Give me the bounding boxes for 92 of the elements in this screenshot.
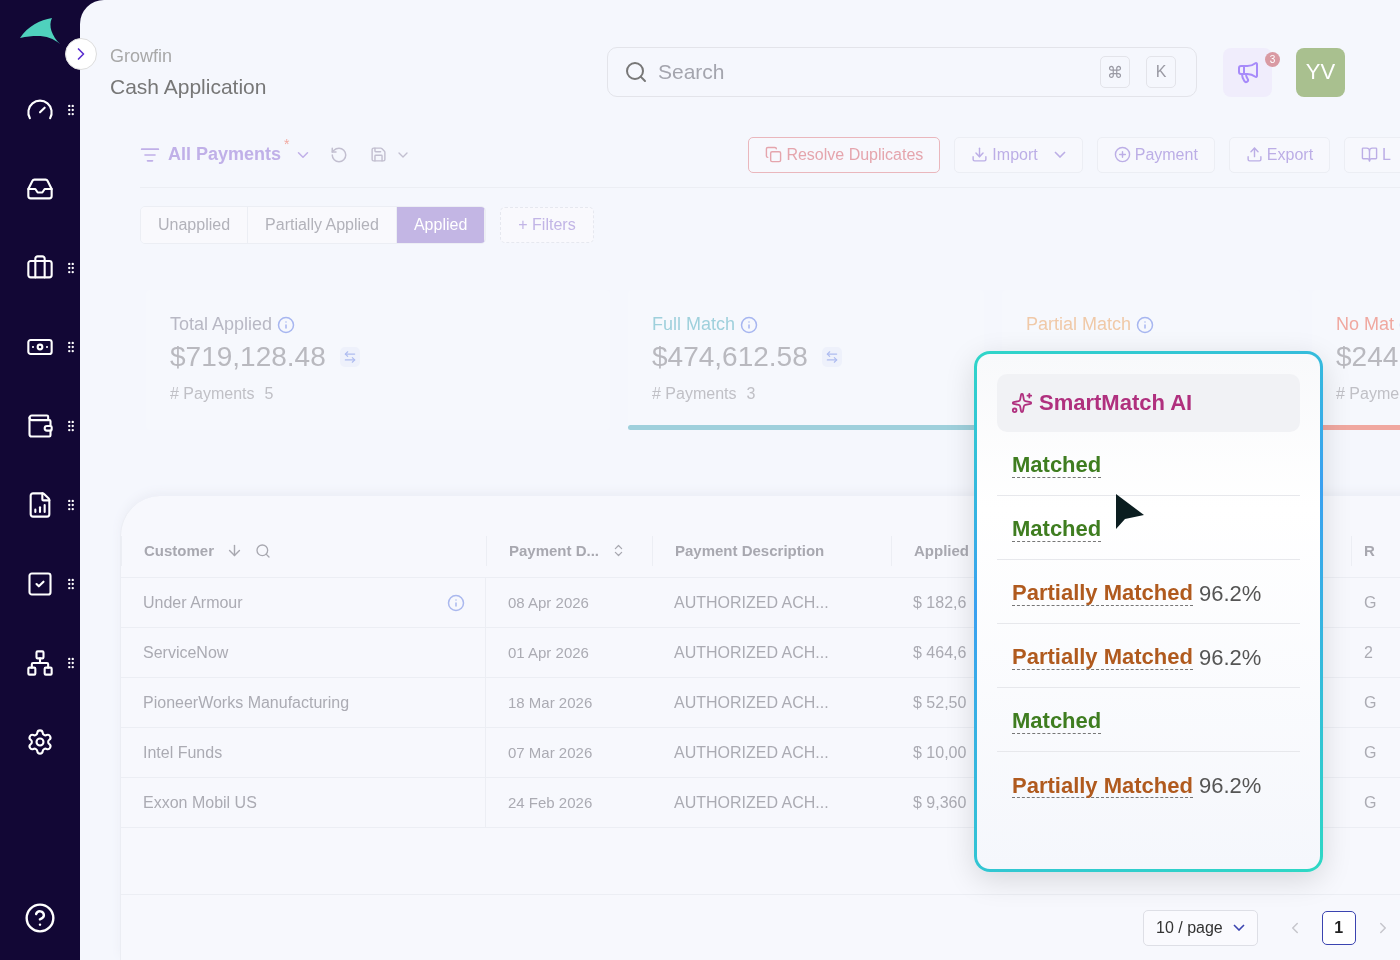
table-cell-text: G — [1363, 693, 1378, 712]
table-cell-text: 01 Apr 2026 — [507, 644, 590, 661]
column-header[interactable]: Customer — [144, 542, 214, 559]
table-cell-text: AUTHORIZED ACH... — [673, 693, 830, 712]
column-header[interactable]: R — [1364, 542, 1375, 559]
table-cell-text: AUTHORIZED ACH... — [673, 793, 830, 812]
toolbar-button[interactable]: L — [1344, 136, 1400, 173]
book-icon — [1361, 146, 1379, 163]
table-cell-text: G — [1363, 793, 1378, 812]
search-input[interactable]: Search — [656, 59, 1092, 85]
table-cell-text: Intel Funds — [142, 743, 223, 762]
wallet-icon[interactable] — [26, 411, 54, 440]
card-title: Partial Match — [1026, 314, 1132, 335]
table-cell-text: 07 Mar 2026 — [507, 744, 594, 761]
filters-button[interactable]: + Filters — [500, 207, 594, 243]
card-title: Total Applied — [170, 314, 273, 335]
checkbox-icon[interactable] — [26, 569, 54, 598]
count-value: 5 — [264, 385, 274, 403]
view-selector[interactable]: All Payments — [160, 144, 282, 165]
settings-icon[interactable] — [26, 727, 54, 756]
card-value: $719,128.48 — [170, 341, 326, 373]
search-icon — [624, 60, 648, 84]
toolbar-button[interactable]: Resolve Duplicates — [748, 136, 941, 173]
card-value: $244 — [1336, 341, 1399, 373]
column-header[interactable]: Payment D... — [509, 542, 600, 559]
match-status[interactable]: Matched — [1012, 453, 1102, 478]
info-icon — [740, 315, 759, 334]
match-status[interactable]: Partially Matched — [1012, 645, 1193, 670]
status-tab[interactable]: Applied — [396, 207, 486, 243]
toolbar-button[interactable]: Export — [1228, 136, 1331, 173]
match-score: 96.2% — [1198, 580, 1262, 607]
table-cell-text: $ 52,50 — [912, 693, 968, 712]
popup-title: SmartMatch AI — [1039, 390, 1193, 416]
modified-mark: * — [284, 136, 290, 152]
table-cell-text: AUTHORIZED ACH... — [673, 593, 830, 612]
count-value: 3 — [746, 385, 756, 403]
network-icon[interactable] — [26, 648, 54, 677]
table-cell-text: ServiceNow — [142, 643, 229, 662]
table-cell-text: G — [1363, 743, 1378, 762]
expand-sidebar-button[interactable] — [65, 38, 97, 70]
column-header[interactable]: Applied — [914, 542, 969, 559]
megaphone-icon — [1235, 60, 1260, 84]
announcements-button[interactable] — [1223, 47, 1272, 97]
table-cell-text: 18 Mar 2026 — [507, 694, 594, 711]
status-tab[interactable]: Unapplied — [141, 207, 249, 243]
status-tab[interactable]: Partially Applied — [248, 207, 397, 243]
count-label: # Payments — [170, 385, 255, 403]
company-name: Growfin — [110, 45, 173, 67]
logo-icon — [18, 16, 62, 46]
count-label: # Payme — [1336, 385, 1400, 403]
table-cell-text: AUTHORIZED ACH... — [673, 743, 830, 762]
table-cell-text: PioneerWorks Manufacturing — [142, 693, 350, 712]
match-score: 96.2% — [1198, 644, 1262, 671]
toolbar-button[interactable]: Payment — [1096, 136, 1215, 173]
page-title: Cash Application — [110, 74, 268, 99]
copy-icon — [765, 146, 783, 163]
table-cell-text: $ 464,6 — [912, 643, 968, 662]
download-icon — [971, 146, 989, 163]
table-cell-text: Exxon Mobil US — [142, 793, 257, 812]
table-cell-text: G — [1363, 593, 1378, 612]
match-status[interactable]: Matched — [1012, 517, 1102, 542]
upload-icon — [1245, 146, 1263, 163]
match-status[interactable]: Matched — [1012, 709, 1102, 734]
table-cell-text: AUTHORIZED ACH... — [673, 643, 830, 662]
table-cell-text: 24 Feb 2026 — [507, 794, 594, 811]
column-header[interactable]: Payment Description — [675, 542, 825, 559]
chevron-down-icon — [1232, 924, 1245, 931]
match-status[interactable]: Partially Matched — [1012, 581, 1193, 606]
info-icon — [277, 315, 296, 334]
count-label: # Payments — [652, 385, 737, 403]
card-title: No Mat — [1336, 314, 1395, 335]
card-title: Full Match — [652, 314, 736, 335]
plus-circle-icon — [1113, 146, 1131, 163]
shortcut-key: ⌘ — [1100, 56, 1130, 88]
match-score: 96.2% — [1198, 773, 1262, 799]
sparkle-icon — [1011, 392, 1033, 414]
search-field[interactable]: Search ⌘ K — [607, 47, 1197, 97]
shortcut-key: K — [1146, 56, 1176, 88]
info-icon — [1136, 315, 1155, 334]
card-value: $474,612.58 — [652, 341, 808, 373]
page-button[interactable]: 1 — [1321, 910, 1356, 945]
match-status[interactable]: Partially Matched — [1012, 773, 1193, 799]
user-avatar[interactable]: YV — [1296, 47, 1345, 97]
toolbar-button[interactable]: Import — [954, 136, 1083, 173]
page-size-select[interactable]: 10 / page — [1143, 909, 1258, 946]
table-cell-text: 08 Apr 2026 — [507, 594, 590, 611]
table-cell-text: $ 9,360 — [912, 793, 968, 812]
help-icon[interactable] — [24, 902, 56, 934]
table-cell-text: 2 — [1363, 643, 1374, 662]
table-cell-text: $ 182,6 — [912, 593, 968, 612]
table-cell-text: Under Armour — [142, 593, 243, 612]
table-cell-text: $ 10,00 — [912, 743, 968, 762]
